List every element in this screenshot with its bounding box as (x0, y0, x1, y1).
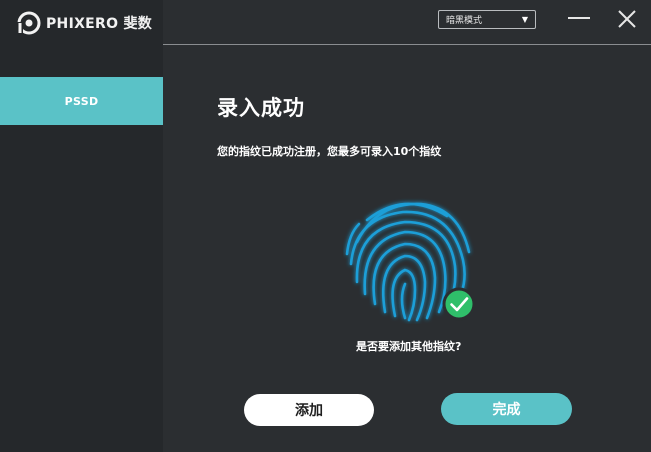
done-button-label: 完成 (492, 402, 521, 418)
minimize-icon (568, 17, 590, 19)
app-window: PHIXERO 斐数 PSSD 暗黑模式 ▼ 录入成功 您的指纹已成功注册，您最… (0, 0, 651, 452)
add-more-prompt: 是否要添加其他指纹? (356, 340, 462, 353)
theme-mode-value: 暗黑模式 (446, 16, 483, 26)
sidebar-item-pssd[interactable]: PSSD (0, 77, 163, 125)
header-divider (163, 44, 651, 45)
sidebar: PHIXERO 斐数 PSSD (0, 0, 163, 452)
chevron-down-icon: ▼ (521, 15, 528, 24)
logo-icon (17, 11, 41, 35)
close-icon (618, 10, 636, 28)
theme-mode-select[interactable]: 暗黑模式 ▼ (438, 10, 536, 29)
check-icon (442, 287, 476, 321)
close-button[interactable] (616, 8, 638, 30)
page-title: 录入成功 (217, 96, 305, 120)
fingerprint-icon (345, 202, 476, 322)
add-fingerprint-button[interactable]: 添加 (244, 394, 374, 426)
add-button-label: 添加 (295, 403, 323, 419)
brand-name: PHIXERO 斐数 (46, 16, 153, 32)
sidebar-item-label: PSSD (64, 94, 99, 108)
minimize-button[interactable] (568, 11, 590, 25)
enroll-message: 您的指纹已成功注册，您最多可录入10个指纹 (217, 145, 442, 158)
done-button[interactable]: 完成 (441, 393, 572, 425)
logo: PHIXERO 斐数 (17, 10, 152, 36)
